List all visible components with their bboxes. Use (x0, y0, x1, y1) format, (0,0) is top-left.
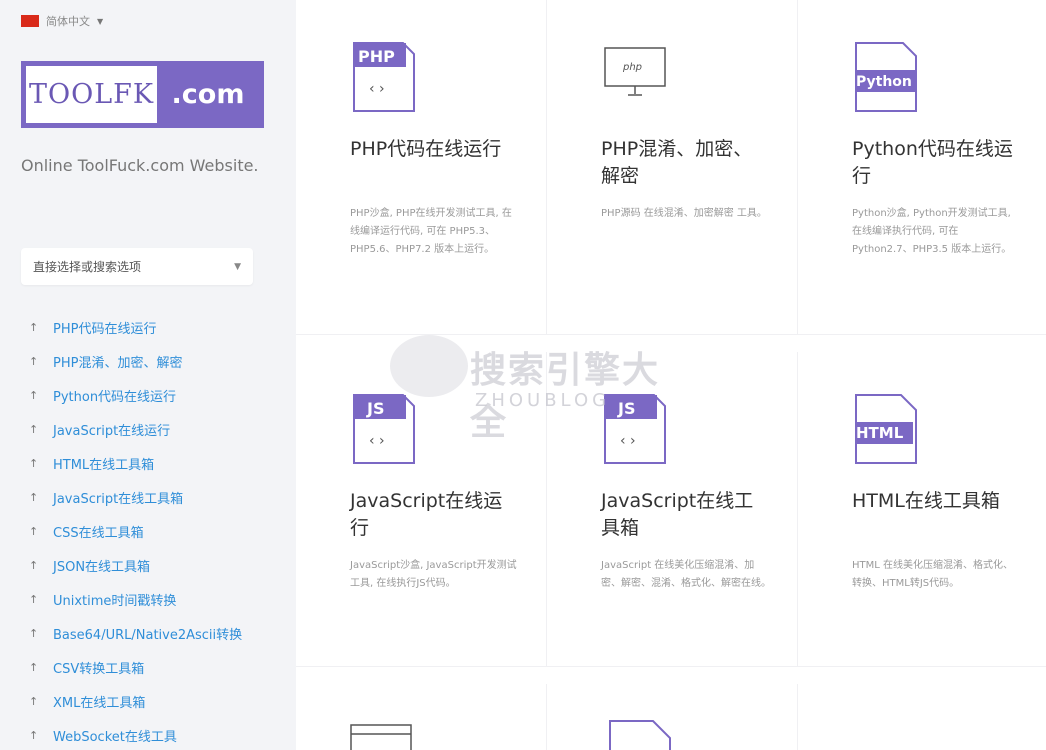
tool-card-partial[interactable] (798, 684, 1046, 750)
tool-card-php-run[interactable]: PHP ‹ › PHP代码在线运行 PHP沙盒, PHP在线开发测试工具, 在线… (296, 0, 547, 335)
link-bullet-icon: ↑ (29, 626, 39, 640)
link-bullet-icon: ↑ (29, 388, 39, 402)
php-monitor-icon: php (604, 42, 668, 106)
nav-item[interactable]: ↑ JavaScript在线运行 (29, 412, 242, 446)
nav-item-label: PHP代码在线运行 (53, 321, 157, 337)
nav-item-label: JavaScript在线运行 (53, 423, 171, 439)
tool-title: HTML在线工具箱 (852, 490, 1000, 512)
nav-item[interactable]: ↑ Unixtime时间戳转换 (29, 582, 242, 616)
select-placeholder: 直接选择或搜索选项 (33, 260, 142, 274)
link-bullet-icon: ↑ (29, 694, 39, 708)
icon-badge-text: HTML (856, 424, 904, 442)
nav-item[interactable]: ↑ Python代码在线运行 (29, 378, 242, 412)
nav-item-label: CSV转换工具箱 (53, 661, 145, 677)
tool-grid: PHP ‹ › PHP代码在线运行 PHP沙盒, PHP在线开发测试工具, 在线… (296, 0, 1046, 750)
nav-item[interactable]: ↑ HTML在线工具箱 (29, 446, 242, 480)
link-bullet-icon: ↑ (29, 592, 39, 606)
tool-title: PHP代码在线运行 (350, 138, 502, 160)
sidebar: 简体中文 ▼ TOOLFK .com Online ToolFuck.com W… (0, 0, 296, 750)
python-file-icon: Python (851, 42, 917, 116)
icon-badge-text: JS (617, 399, 635, 418)
nav-item-label: XML在线工具箱 (53, 695, 146, 711)
tool-description: Python沙盒, Python开发测试工具, 在线编译执行代码, 可在 Pyt… (852, 208, 1012, 255)
nav-item[interactable]: ↑ Base64/URL/Native2Ascii转换 (29, 616, 242, 650)
php-file-icon: PHP ‹ › (353, 42, 415, 116)
link-bullet-icon: ↑ (29, 728, 39, 742)
nav-item[interactable]: ↑ PHP混淆、加密、解密 (29, 344, 242, 378)
nav-item-label: Base64/URL/Native2Ascii转换 (53, 627, 243, 643)
link-bullet-icon: ↑ (29, 490, 39, 504)
js-file-icon: JS ‹ › (353, 394, 415, 468)
nav-item[interactable]: ↑ CSV转换工具箱 (29, 650, 242, 684)
nav-item[interactable]: ↑ JavaScript在线工具箱 (29, 480, 242, 514)
tool-title: Python代码在线运行 (852, 138, 1013, 187)
language-switcher[interactable]: 简体中文 ▼ (21, 13, 103, 29)
tool-card-js-toolbox[interactable]: JS ‹ › JavaScript在线工具箱 JavaScript 在线美化压缩… (547, 352, 798, 667)
svg-text:‹ ›: ‹ › (620, 433, 636, 449)
tool-search-select[interactable]: 直接选择或搜索选项 ▼ (21, 248, 253, 285)
tool-card-php-obfuscate[interactable]: php PHP混淆、加密、解密 PHP源码 在线混淆、加密解密 工具。 (547, 0, 798, 335)
link-bullet-icon: ↑ (29, 320, 39, 334)
tool-description: HTML 在线美化压缩混淆、格式化、转换、HTML转JS代码。 (852, 560, 1014, 589)
link-bullet-icon: ↑ (29, 422, 39, 436)
tool-card-html-toolbox[interactable]: HTML HTML在线工具箱 HTML 在线美化压缩混淆、格式化、转换、HTML… (798, 352, 1046, 667)
nav-item-label: JavaScript在线工具箱 (53, 491, 184, 507)
nav-item[interactable]: ↑ PHP代码在线运行 (29, 310, 242, 344)
nav-item-label: PHP混淆、加密、解密 (53, 355, 183, 371)
nav-item-label: Python代码在线运行 (53, 389, 177, 405)
tool-title: JavaScript在线工具箱 (601, 490, 754, 539)
browser-window-icon (350, 724, 414, 750)
caret-down-icon: ▼ (97, 16, 104, 26)
tool-description: PHP源码 在线混淆、加密解密 工具。 (601, 208, 767, 219)
site-tagline: Online ToolFuck.com Website. (21, 156, 259, 175)
icon-badge-text: JS (366, 399, 384, 418)
site-logo[interactable]: TOOLFK .com (21, 61, 264, 128)
nav-item-label: WebSocket在线工具 (53, 729, 177, 745)
nav-item-label: HTML在线工具箱 (53, 457, 155, 473)
html-file-icon: HTML (853, 394, 917, 468)
nav-item[interactable]: ↑ JSON在线工具箱 (29, 548, 242, 582)
nav-item[interactable]: ↑ WebSocket在线工具 (29, 718, 242, 750)
tool-card-python-run[interactable]: Python Python代码在线运行 Python沙盒, Python开发测试… (798, 0, 1046, 335)
link-bullet-icon: ↑ (29, 456, 39, 470)
svg-text:‹ ›: ‹ › (369, 81, 385, 97)
link-bullet-icon: ↑ (29, 660, 39, 674)
nav-item[interactable]: ↑ XML在线工具箱 (29, 684, 242, 718)
tool-title: PHP混淆、加密、解密 (601, 138, 753, 187)
nav-item-label: Unixtime时间戳转换 (53, 593, 177, 609)
tool-nav-list: ↑ PHP代码在线运行 ↑ PHP混淆、加密、解密 ↑ Python代码在线运行 ↑ J… (29, 310, 242, 750)
nav-item[interactable]: ↑ CSS在线工具箱 (29, 514, 242, 548)
link-bullet-icon: ↑ (29, 354, 39, 368)
logo-text-left: TOOLFK (26, 66, 157, 123)
logo-text-right: .com (171, 79, 245, 110)
file-icon (609, 720, 671, 750)
js-file-icon: JS ‹ › (604, 394, 666, 468)
icon-badge-text: Python (856, 74, 912, 90)
icon-badge-text: php (622, 62, 642, 73)
nav-item-label: CSS在线工具箱 (53, 525, 144, 541)
icon-badge-text: PHP (358, 47, 395, 66)
svg-text:‹ ›: ‹ › (369, 433, 385, 449)
tool-description: PHP沙盒, PHP在线开发测试工具, 在线编译运行代码, 可在 PHP5.3、… (350, 208, 512, 255)
link-bullet-icon: ↑ (29, 524, 39, 538)
language-label: 简体中文 (46, 15, 90, 28)
tool-card-partial[interactable] (296, 684, 547, 750)
nav-item-label: JSON在线工具箱 (53, 559, 151, 575)
tool-card-partial[interactable] (547, 684, 798, 750)
link-bullet-icon: ↑ (29, 558, 39, 572)
tool-card-js-run[interactable]: JS ‹ › JavaScript在线运行 JavaScript沙盒, Java… (296, 352, 547, 667)
tool-description: JavaScript 在线美化压缩混淆、加密、解密、混淆、格式化、解密在线。 (601, 560, 771, 589)
tool-title: JavaScript在线运行 (350, 490, 503, 539)
chevron-down-icon: ▼ (234, 261, 241, 272)
tool-description: JavaScript沙盒, JavaScript开发测试工具, 在线执行JS代码… (350, 560, 517, 589)
china-flag-icon (21, 15, 39, 27)
